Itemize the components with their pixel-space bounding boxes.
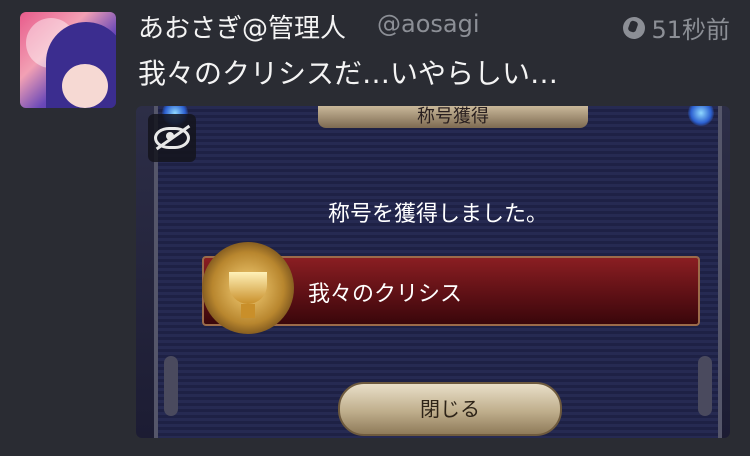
dialog-message: 称号を獲得しました。 (327, 202, 548, 227)
time-label: 51秒前 (651, 16, 730, 44)
avatar[interactable] (20, 12, 116, 108)
close-button[interactable]: 閉じる (338, 382, 562, 436)
orb-decoration-right (688, 106, 714, 126)
eye-slash-icon (154, 127, 190, 149)
tweet-header: あおさぎ@管理人 @aosagi 51秒前 (138, 8, 730, 44)
globe-icon (623, 16, 646, 39)
title-name: 我々のクリシス (308, 282, 463, 307)
sensitive-toggle-button[interactable] (148, 114, 196, 162)
dialog-title: 称号獲得 (318, 106, 588, 128)
timestamp[interactable]: 51秒前 (623, 10, 730, 45)
tweet-text: 我々のクリシスだ…いやらしい… (138, 57, 559, 90)
avatar-face (62, 64, 108, 108)
scroll-decoration-right (698, 356, 712, 416)
attached-image[interactable]: 称号獲得 称号を獲得しました。 我々のクリシス 閉じる (136, 106, 730, 438)
scroll-decoration-left (164, 356, 178, 416)
trophy-icon (202, 242, 294, 334)
trophy-cup (229, 272, 267, 318)
author-handle[interactable]: @aosagi (377, 10, 480, 38)
author-name[interactable]: あおさぎ@管理人 (138, 8, 346, 45)
game-dialog: 称号獲得 称号を獲得しました。 我々のクリシス 閉じる (154, 106, 722, 438)
